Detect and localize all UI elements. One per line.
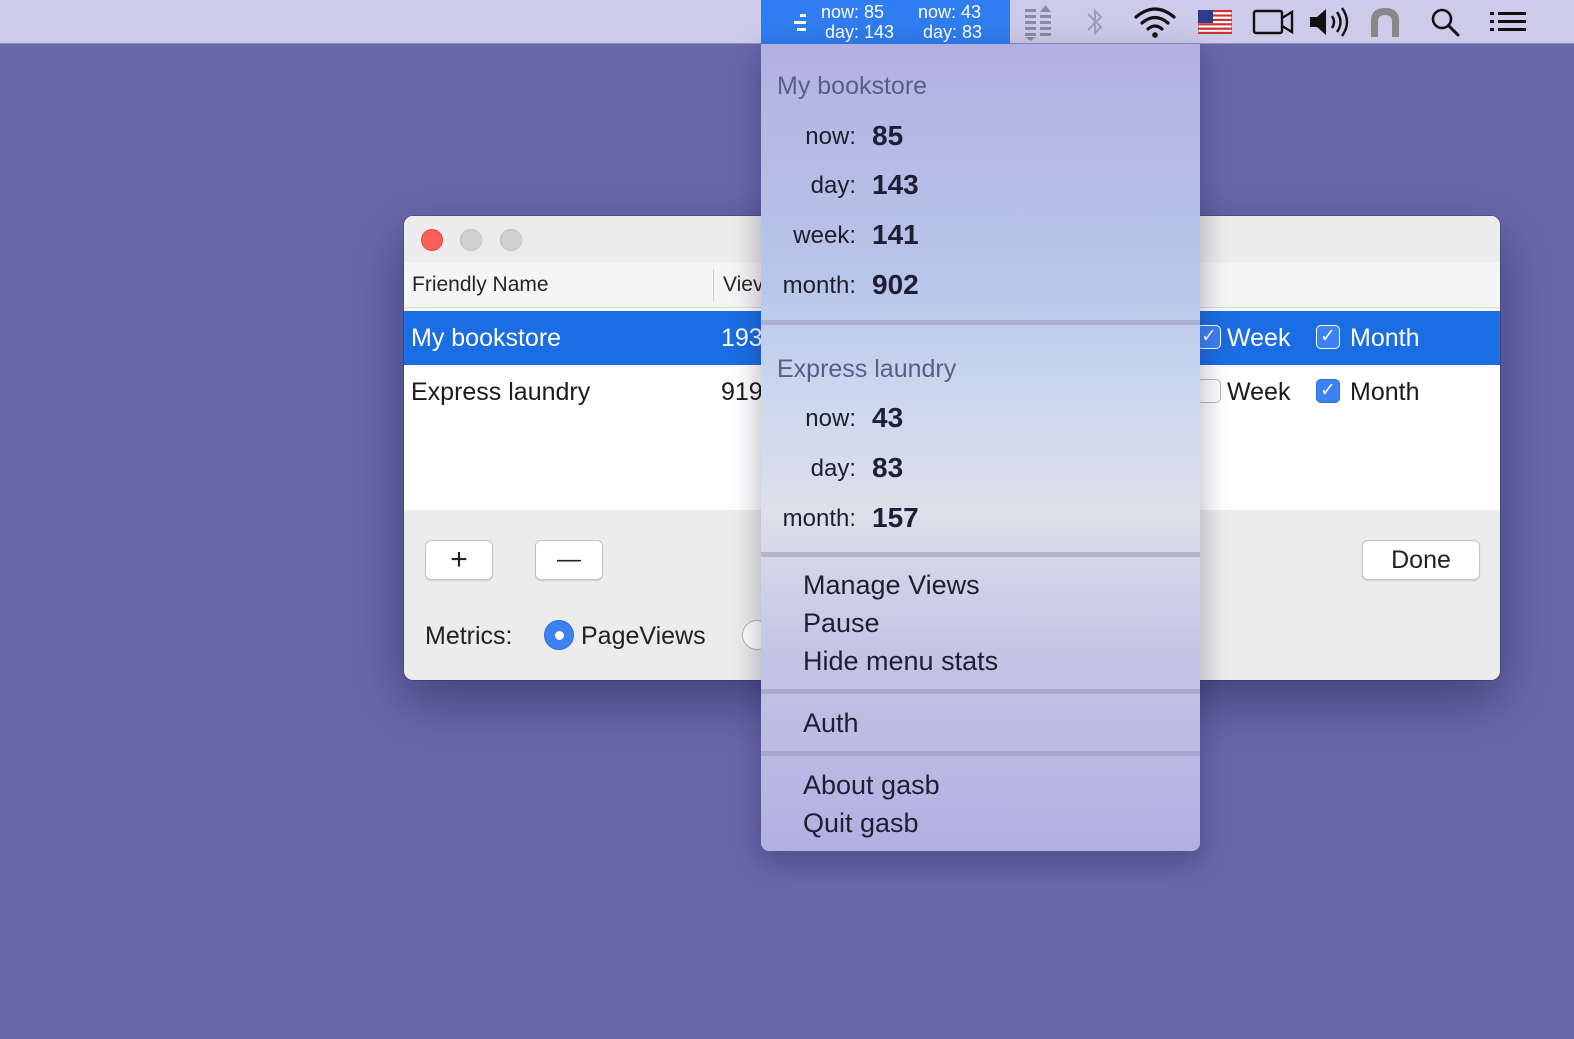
row-friendly-name: My bookstore — [411, 324, 562, 352]
minimize-button[interactable] — [460, 229, 482, 251]
menu-separator — [761, 320, 1200, 325]
stat-label-day: day: — [810, 172, 856, 199]
stat-label-day: day: — [810, 455, 856, 482]
month-label: Month — [1350, 324, 1420, 352]
column-header-views[interactable]: Viev — [723, 262, 763, 308]
row-views-id: 193 — [721, 324, 763, 352]
stat-value-day: 143 — [872, 169, 919, 200]
week-checkbox[interactable] — [1197, 379, 1221, 403]
us-flag-icon[interactable] — [1196, 0, 1234, 44]
month-label: Month — [1350, 378, 1420, 406]
stat-label-month: month: — [782, 505, 856, 532]
menu-separator — [761, 552, 1200, 557]
search-icon[interactable] — [1425, 0, 1465, 44]
stat-label-now: now: — [805, 405, 856, 432]
stat-value-month: 157 — [872, 502, 919, 533]
bluetooth-icon[interactable] — [1078, 0, 1112, 44]
stat-label-week: week: — [793, 222, 856, 249]
status-site2-now: now: 43 — [918, 2, 982, 22]
wifi-icon[interactable] — [1132, 0, 1178, 44]
row-friendly-name: Express laundry — [411, 378, 591, 406]
stat-label-now: now: — [805, 123, 856, 150]
metrics-label: Metrics: — [425, 622, 513, 650]
status-dropdown-menu: My bookstore now: 85 day: 143 week: 141 … — [761, 44, 1200, 851]
menu-item-manage-views[interactable]: Manage Views — [803, 570, 980, 601]
stat-value-day: 83 — [872, 452, 904, 483]
status-site1-day: day: 143 — [825, 22, 895, 42]
camera-icon[interactable] — [1252, 0, 1294, 44]
list-icon[interactable] — [1486, 0, 1530, 44]
menu-bar: now: 85 day: 143 now: 43 day: 83 — [0, 0, 1574, 44]
site-title-my-bookstore: My bookstore — [777, 72, 928, 100]
airplay-icon[interactable] — [1365, 0, 1405, 44]
close-button[interactable] — [421, 229, 443, 251]
done-button[interactable]: Done — [1362, 540, 1480, 580]
status-site1-now: now: 85 — [821, 2, 885, 22]
column-header-friendly-name[interactable]: Friendly Name — [412, 262, 549, 308]
app-logo-icon — [794, 14, 806, 31]
month-checkbox[interactable]: ✓ — [1316, 379, 1340, 403]
stat-value-now: 43 — [872, 402, 904, 433]
stat-value-month: 902 — [872, 269, 919, 300]
radio-dot — [555, 631, 564, 640]
menu-item-quit[interactable]: Quit gasb — [803, 808, 919, 839]
stat-value-now: 85 — [872, 120, 904, 151]
add-site-button[interactable]: + — [425, 540, 493, 580]
week-label: Week — [1227, 378, 1291, 406]
pageviews-label[interactable]: PageViews — [581, 622, 706, 651]
zoom-button[interactable] — [500, 229, 522, 251]
status-site2-day: day: 83 — [923, 22, 983, 42]
week-label: Week — [1227, 324, 1291, 352]
column-divider — [713, 269, 714, 301]
month-checkbox[interactable]: ✓ — [1316, 325, 1340, 349]
stat-value-week: 141 — [872, 219, 919, 250]
menu-item-auth[interactable]: Auth — [803, 708, 859, 739]
week-checkbox[interactable]: ✓ — [1197, 325, 1221, 349]
site-title-express-laundry: Express laundry — [777, 355, 957, 383]
menu-separator — [761, 689, 1200, 694]
stats-icon[interactable] — [1018, 0, 1058, 44]
menu-item-about[interactable]: About gasb — [803, 770, 940, 801]
status-menu-item[interactable]: now: 85 day: 143 now: 43 day: 83 — [761, 0, 1010, 44]
row-views-id: 919 — [721, 378, 763, 406]
volume-icon[interactable] — [1306, 0, 1356, 44]
menu-separator — [761, 751, 1200, 756]
menu-item-pause[interactable]: Pause — [803, 608, 880, 639]
remove-site-button[interactable]: — — [535, 540, 603, 580]
menu-item-hide-menu-stats[interactable]: Hide menu stats — [803, 646, 998, 677]
stat-label-month: month: — [782, 272, 856, 299]
pageviews-radio[interactable] — [544, 620, 574, 650]
